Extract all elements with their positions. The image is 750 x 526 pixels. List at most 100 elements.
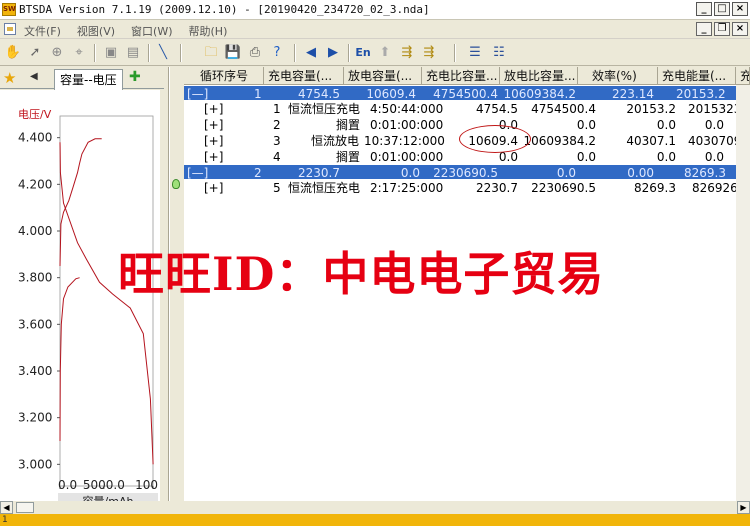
measure-tool-icon[interactable]: ⌖ xyxy=(70,44,88,62)
step-time: 2:17:25:000 xyxy=(370,181,444,195)
expand-toggle[interactable]: [+] xyxy=(204,180,223,196)
col-cycle-index[interactable]: 循环序号 xyxy=(184,67,264,85)
y-tick-label: 4.400 xyxy=(18,131,52,145)
step-row[interactable]: [+] 5 恒流恒压充电 2:17:25:000 2230.7 2230690.… xyxy=(184,180,750,196)
x-tick-label: 0.0 xyxy=(58,478,77,492)
red-circle-annotation xyxy=(459,125,531,153)
step-number: 4 xyxy=(273,150,281,164)
step-efficiency: 8269.3 xyxy=(634,181,676,195)
list-view-icon[interactable]: ☰ xyxy=(466,44,484,62)
discharge-capacity: 10609.4 xyxy=(366,87,416,101)
tab-scroll-left-icon[interactable]: ◀ xyxy=(30,71,38,82)
save-icon[interactable]: 💾 xyxy=(224,44,242,62)
step-number: 1 xyxy=(273,102,281,116)
zoom-box-icon[interactable]: ▣ xyxy=(102,44,120,62)
col-charge-energy[interactable]: 充电能量(... xyxy=(658,67,736,85)
step-number: 2 xyxy=(273,118,281,132)
export-excel-icon[interactable]: ⇶ xyxy=(398,44,416,62)
expand-toggle[interactable]: [+] xyxy=(204,149,223,165)
collapse-toggle[interactable]: [—] xyxy=(187,86,208,102)
scroll-thumb[interactable] xyxy=(16,502,34,513)
doc-restore-button[interactable]: ❐ xyxy=(714,22,730,36)
step-discharge-specific: 0.0 xyxy=(576,150,596,164)
scroll-left-button[interactable]: ◀ xyxy=(0,501,13,514)
x-tick-label: 100 xyxy=(135,478,158,492)
zoom-tool-icon[interactable]: ⊕ xyxy=(48,44,66,62)
step-efficiency: 0.0 xyxy=(656,118,676,132)
line-tool-icon[interactable]: ╲ xyxy=(154,44,172,62)
step-discharge-specific: 2230690.5 xyxy=(531,181,596,195)
efficiency: 223.14 xyxy=(612,87,654,101)
back-arrow-icon[interactable]: ◀ xyxy=(302,44,320,62)
export-data-icon[interactable]: ⇶ xyxy=(420,44,438,62)
expand-toggle[interactable]: [+] xyxy=(204,133,223,149)
step-discharge-specific: 0.0 xyxy=(576,118,596,132)
step-number: 5 xyxy=(273,181,281,195)
horizontal-scrollbar[interactable]: ◀ ▶ xyxy=(0,501,750,514)
y-tick-label: 3.000 xyxy=(18,457,52,471)
minimize-button[interactable]: _ xyxy=(696,2,712,16)
toolbar: ✋ ➚ ⊕ ⌖ ▣ ▤ ╲ 🗀 💾 ⎙ ? ◀ ▶ En ⬆ ⇶ ⇶ ☰ ☷ xyxy=(0,40,750,66)
add-tab-icon[interactable]: ✚ xyxy=(129,69,141,85)
charge-specific: 2230690.5 xyxy=(433,166,498,180)
open-folder-icon[interactable]: 🗀 xyxy=(202,44,220,62)
tab-capacity-voltage[interactable]: 容量--电压 xyxy=(54,69,123,90)
cycle-number: 1 xyxy=(254,87,262,101)
step-mode: 搁置 xyxy=(336,118,361,132)
toolbar-separator xyxy=(454,44,456,62)
collapse-toggle[interactable]: [—] xyxy=(187,165,208,181)
step-mode: 恒流恒压充电 xyxy=(288,102,361,116)
upload-icon[interactable]: ⬆ xyxy=(376,44,394,62)
step-row[interactable]: [+] 4 搁置 0:01:00:000 0.0 0.0 0.0 0.0 xyxy=(184,149,750,165)
cycle-row[interactable]: [—] 1 4754.5 10609.4 4754500.4 10609384.… xyxy=(184,85,750,101)
copy-chart-icon[interactable]: ▤ xyxy=(124,44,142,62)
menu-help[interactable]: 帮助(H) xyxy=(189,23,228,39)
star-icon[interactable]: ★ xyxy=(3,69,16,87)
col-overflow[interactable]: 充 xyxy=(736,67,750,85)
charge-energy: 20153.2 xyxy=(676,87,726,101)
toolbar-separator xyxy=(148,44,150,62)
cycle-row[interactable]: [—] 2 2230.7 0.0 2230690.5 0.0 0.00 8269… xyxy=(184,164,750,180)
toolbar-separator xyxy=(180,44,182,62)
status-text: 1 xyxy=(2,515,8,525)
maximize-button[interactable]: □ xyxy=(714,2,730,16)
scroll-right-button[interactable]: ▶ xyxy=(737,501,750,514)
step-charge-specific: 4754.5 xyxy=(476,102,518,116)
close-button[interactable]: × xyxy=(732,2,748,16)
expand-toggle[interactable]: [+] xyxy=(204,117,223,133)
step-row[interactable]: [+] 1 恒流恒压充电 4:50:44:000 4754.5 4754500.… xyxy=(184,101,750,117)
grid-vertical-scrollbar[interactable] xyxy=(736,85,750,501)
document-icon[interactable] xyxy=(4,23,16,35)
charge-capacity: 4754.5 xyxy=(298,87,340,101)
print-icon[interactable]: ⎙ xyxy=(246,44,264,62)
expand-toggle[interactable]: [+] xyxy=(204,101,223,117)
col-discharge-specific[interactable]: 放电比容量... xyxy=(500,67,578,85)
discharge-capacity: 0.0 xyxy=(400,166,420,180)
hand-pan-icon[interactable]: ✋ xyxy=(4,44,22,62)
y-tick-label: 4.200 xyxy=(18,177,52,191)
col-efficiency[interactable]: 效率(%) xyxy=(578,67,658,85)
language-icon[interactable]: En xyxy=(354,44,372,62)
menu-view[interactable]: 视图(V) xyxy=(77,23,115,39)
step-mode: 恒流恒压充电 xyxy=(288,181,361,195)
pointer-icon[interactable]: ➚ xyxy=(26,44,44,62)
status-bar: 1 xyxy=(0,514,750,526)
cycle-number: 2 xyxy=(254,166,262,180)
col-discharge-capacity[interactable]: 放电容量(... xyxy=(344,67,422,85)
col-charge-specific[interactable]: 充电比容量... xyxy=(422,67,500,85)
help-icon[interactable]: ? xyxy=(268,44,286,62)
charge-specific: 4754500.4 xyxy=(433,87,498,101)
forward-arrow-icon[interactable]: ▶ xyxy=(324,44,342,62)
charge-energy: 8269.3 xyxy=(684,166,726,180)
doc-close-button[interactable]: × xyxy=(732,22,748,36)
col-charge-capacity[interactable]: 充电容量(... xyxy=(264,67,344,85)
menu-bar: 文件(F) 视图(V) 窗口(W) 帮助(H) _ ❐ × xyxy=(0,20,750,39)
menu-file[interactable]: 文件(F) xyxy=(24,23,61,39)
step-number: 3 xyxy=(273,134,281,148)
lightbulb-icon xyxy=(172,179,180,189)
doc-minimize-button[interactable]: _ xyxy=(696,22,712,36)
menu-window[interactable]: 窗口(W) xyxy=(131,23,172,39)
y-tick-label: 3.200 xyxy=(18,411,52,425)
tree-view-icon[interactable]: ☷ xyxy=(490,44,508,62)
efficiency: 0.00 xyxy=(627,166,654,180)
